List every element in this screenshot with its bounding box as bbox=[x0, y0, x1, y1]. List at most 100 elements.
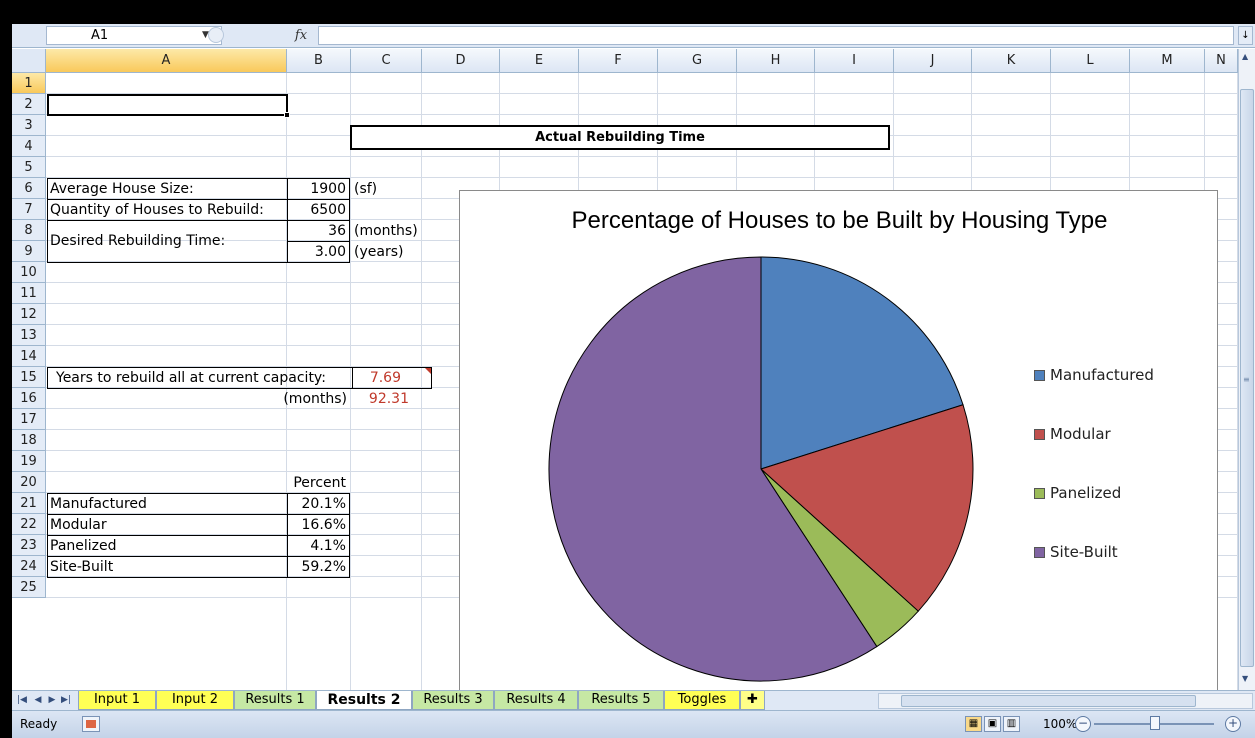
column-header-h[interactable]: H bbox=[737, 49, 815, 73]
formula-bar: A1 ▼ fx ↓ bbox=[12, 24, 1255, 48]
row-header-21[interactable]: 21 bbox=[12, 493, 46, 514]
last-sheet-icon[interactable]: ▶| bbox=[60, 693, 72, 708]
normal-view-button[interactable]: ▦ bbox=[965, 716, 982, 732]
pie-chart[interactable]: Percentage of Houses to be Built by Hous… bbox=[459, 190, 1218, 690]
row-header-25[interactable]: 25 bbox=[12, 577, 46, 598]
row-header-15[interactable]: 15 bbox=[12, 367, 46, 388]
row-header-11[interactable]: 11 bbox=[12, 283, 46, 304]
desired-time-label: Desired Rebuilding Time: bbox=[50, 233, 226, 249]
page-layout-view-button[interactable]: ▣ bbox=[984, 716, 1001, 732]
column-header-c[interactable]: C bbox=[351, 49, 422, 73]
zoom-in-button[interactable]: + bbox=[1225, 716, 1241, 732]
sheet-tab-results-3[interactable]: Results 3 bbox=[412, 691, 494, 710]
percent-manufactured[interactable]: 20.1% bbox=[288, 494, 349, 515]
sheet-tab-input-2[interactable]: Input 2 bbox=[156, 691, 234, 710]
qty-houses-value[interactable]: 6500 bbox=[288, 200, 349, 221]
row-header-22[interactable]: 22 bbox=[12, 514, 46, 535]
row-header-13[interactable]: 13 bbox=[12, 325, 46, 346]
horizontal-scrollbar[interactable] bbox=[878, 693, 1253, 709]
sheet-tab-results-4[interactable]: Results 4 bbox=[494, 691, 578, 710]
page-break-view-button[interactable]: ▥ bbox=[1003, 716, 1020, 732]
zoom-slider-thumb[interactable] bbox=[1150, 716, 1160, 730]
row-header-23[interactable]: 23 bbox=[12, 535, 46, 556]
insert-sheet-icon[interactable]: ✚ bbox=[740, 691, 765, 710]
legend-item-site-built: Site-Built bbox=[1034, 542, 1204, 562]
sheet-tab-results-1[interactable]: Results 1 bbox=[234, 691, 316, 710]
row-header-9[interactable]: 9 bbox=[12, 241, 46, 262]
name-box-divider-icon bbox=[208, 27, 224, 43]
type-manufactured: Manufactured bbox=[50, 496, 147, 512]
column-header-i[interactable]: I bbox=[815, 49, 894, 73]
column-header-l[interactable]: L bbox=[1051, 49, 1130, 73]
desired-years-unit: (years) bbox=[354, 244, 404, 260]
row-header-4[interactable]: 4 bbox=[12, 136, 46, 157]
scroll-up-icon[interactable]: ▲ bbox=[1242, 52, 1248, 61]
sheet-tab-bar: |◀ ◀ ▶ ▶| Input 1 Input 2 Results 1 Results… bbox=[12, 690, 1255, 710]
sheet-tab-input-1[interactable]: Input 1 bbox=[78, 691, 156, 710]
zoom-level[interactable]: 100% bbox=[1043, 717, 1077, 731]
row-header-2[interactable]: 2 bbox=[12, 94, 46, 115]
name-box[interactable]: A1 ▼ bbox=[46, 26, 222, 45]
row-header-7[interactable]: 7 bbox=[12, 199, 46, 220]
percent-site-built[interactable]: 59.2% bbox=[288, 557, 349, 578]
sheet-tab-results-5[interactable]: Results 5 bbox=[578, 691, 664, 710]
first-sheet-icon[interactable]: |◀ bbox=[16, 693, 28, 708]
column-header-e[interactable]: E bbox=[500, 49, 579, 73]
legend-label: Modular bbox=[1050, 425, 1111, 443]
status-bar: Ready ▦ ▣ ▥ 100% − + bbox=[12, 710, 1255, 738]
row-header-8[interactable]: 8 bbox=[12, 220, 46, 241]
months-label: (months) bbox=[283, 391, 347, 407]
column-header-m[interactable]: M bbox=[1130, 49, 1205, 73]
row-header-6[interactable]: 6 bbox=[12, 178, 46, 199]
column-header-f[interactable]: F bbox=[579, 49, 658, 73]
row-header-5[interactable]: 5 bbox=[12, 157, 46, 178]
macro-record-icon[interactable] bbox=[82, 716, 100, 732]
row-header-20[interactable]: 20 bbox=[12, 472, 46, 493]
scroll-down-icon[interactable]: ▼ bbox=[1242, 674, 1248, 683]
formula-input[interactable] bbox=[318, 26, 1234, 45]
row-header-18[interactable]: 18 bbox=[12, 430, 46, 451]
row-header-17[interactable]: 17 bbox=[12, 409, 46, 430]
legend-swatch bbox=[1034, 429, 1045, 440]
legend-swatch bbox=[1034, 488, 1045, 499]
sheet-tab-toggles[interactable]: Toggles bbox=[664, 691, 740, 710]
legend-item-manufactured: Manufactured bbox=[1034, 365, 1204, 385]
column-header-b[interactable]: B bbox=[287, 49, 351, 73]
months-value[interactable]: 92.31 bbox=[354, 389, 412, 410]
avg-house-size-value[interactable]: 1900 bbox=[288, 179, 349, 200]
years-rebuild-value[interactable]: 7.69 bbox=[354, 368, 404, 389]
function-icon[interactable]: fx bbox=[284, 25, 318, 46]
row-header-1[interactable]: 1 bbox=[12, 73, 46, 94]
vertical-scrollbar[interactable]: ▲ ≡ ▼ bbox=[1238, 49, 1255, 690]
column-header-d[interactable]: D bbox=[422, 49, 500, 73]
select-all-button[interactable] bbox=[12, 49, 46, 73]
horizontal-scroll-thumb[interactable] bbox=[901, 695, 1196, 707]
column-header-j[interactable]: J bbox=[894, 49, 972, 73]
desired-years-value[interactable]: 3.00 bbox=[288, 242, 349, 263]
column-header-n[interactable]: N bbox=[1205, 49, 1238, 73]
desired-months-value[interactable]: 36 bbox=[288, 221, 349, 242]
sheet-tab-results-2[interactable]: Results 2 bbox=[316, 691, 412, 710]
next-sheet-icon[interactable]: ▶ bbox=[46, 693, 58, 708]
prev-sheet-icon[interactable]: ◀ bbox=[32, 693, 44, 708]
percent-modular[interactable]: 16.6% bbox=[288, 515, 349, 536]
zoom-out-button[interactable]: − bbox=[1075, 716, 1091, 732]
fill-handle[interactable] bbox=[284, 112, 290, 118]
row-header-16[interactable]: 16 bbox=[12, 388, 46, 409]
percent-panelized[interactable]: 4.1% bbox=[288, 536, 349, 557]
column-header-k[interactable]: K bbox=[972, 49, 1051, 73]
row-header-10[interactable]: 10 bbox=[12, 262, 46, 283]
row-header-24[interactable]: 24 bbox=[12, 556, 46, 577]
column-header-a[interactable]: A bbox=[46, 49, 287, 73]
scroll-grip-icon: ≡ bbox=[1243, 375, 1250, 384]
active-cell-a1[interactable] bbox=[47, 94, 288, 116]
row-header-12[interactable]: 12 bbox=[12, 304, 46, 325]
row-header-3[interactable]: 3 bbox=[12, 115, 46, 136]
comment-indicator-icon[interactable] bbox=[425, 368, 431, 374]
row-header-19[interactable]: 19 bbox=[12, 451, 46, 472]
legend-label: Site-Built bbox=[1050, 543, 1118, 561]
worksheet-grid[interactable]: ABCDEFGHIJKLMN 1 2 3 4 5 6 7 8 9 10 11 12 13 14 15 16 17… bbox=[12, 49, 1238, 690]
expand-formula-bar-button[interactable]: ↓ bbox=[1238, 26, 1253, 45]
row-header-14[interactable]: 14 bbox=[12, 346, 46, 367]
column-header-g[interactable]: G bbox=[658, 49, 737, 73]
